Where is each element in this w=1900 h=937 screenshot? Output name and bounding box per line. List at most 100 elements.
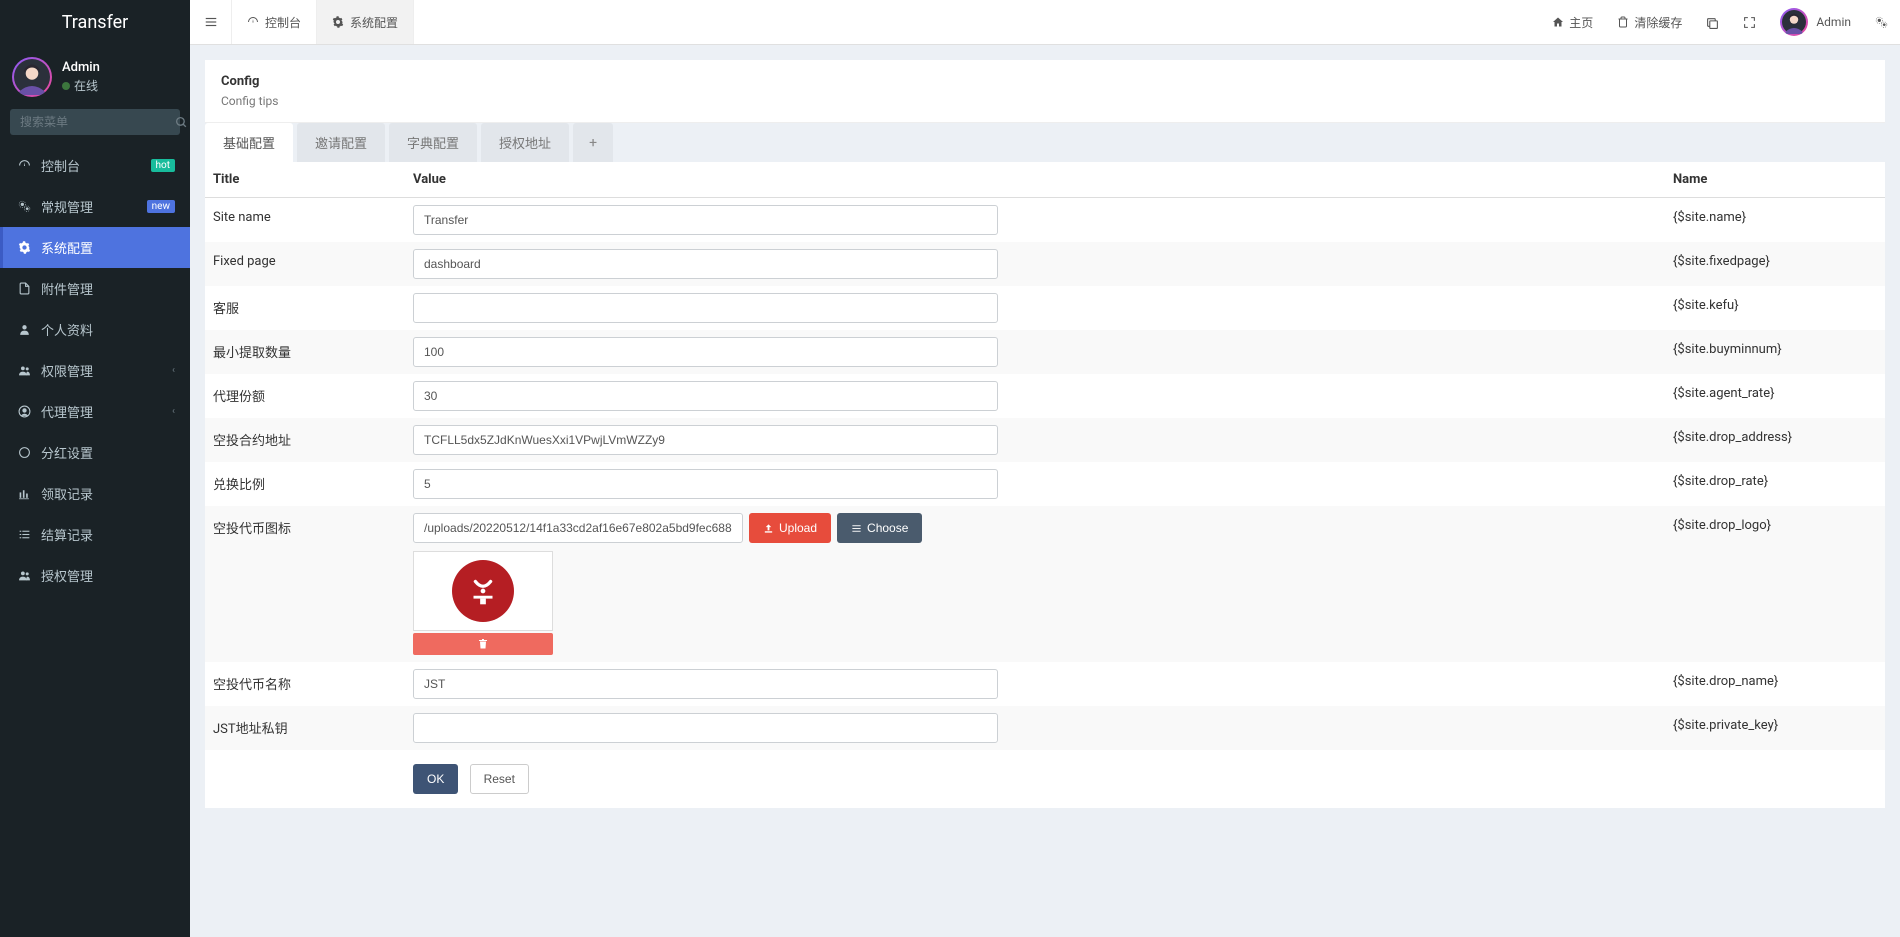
sidebar-item-settlement[interactable]: 结算记录: [0, 514, 190, 555]
badge-hot: hot: [151, 159, 175, 172]
language-icon: [1706, 16, 1719, 29]
sidebar-item-label: 权限管理: [41, 361, 172, 380]
sidebar-item-label: 结算记录: [41, 525, 175, 544]
image-preview[interactable]: [413, 551, 553, 631]
sidebar-item-label: 个人资料: [41, 320, 175, 339]
row-name: {$site.agent_rate}: [1665, 374, 1885, 418]
expand-icon: [1743, 16, 1756, 29]
cogs-icon: [1875, 16, 1888, 29]
row-name: {$site.fixedpage}: [1665, 242, 1885, 286]
avatar: [1780, 8, 1808, 36]
row-value: [405, 198, 1665, 243]
sidebar-item-console[interactable]: 控制台 hot: [0, 145, 190, 186]
value-input[interactable]: [413, 381, 998, 411]
table-row: 空投代币名称{$site.drop_name}: [205, 662, 1885, 706]
search-icon[interactable]: [175, 116, 188, 129]
config-tab-add[interactable]: +: [573, 123, 613, 162]
sidebar-toggle[interactable]: [190, 0, 232, 44]
row-value: [405, 286, 1665, 330]
sidebar-item-profile[interactable]: 个人资料: [0, 309, 190, 350]
ok-button[interactable]: OK: [413, 764, 458, 794]
content: Config Config tips 基础配置 邀请配置 字典配置 授权地址 +…: [190, 45, 1900, 823]
value-input[interactable]: [413, 425, 998, 455]
row-title: 客服: [205, 286, 405, 330]
config-tabs: 基础配置 邀请配置 字典配置 授权地址 +: [205, 123, 1885, 162]
config-tab-auth[interactable]: 授权地址: [481, 123, 569, 162]
user-status-text: 在线: [74, 77, 98, 94]
dashboard-icon: [15, 159, 33, 172]
form-actions: OK Reset: [205, 750, 1885, 808]
topnav-user[interactable]: Admin: [1768, 0, 1863, 44]
topnav-settings[interactable]: [1863, 0, 1900, 44]
home-icon: [1552, 16, 1564, 28]
row-name: {$site.drop_rate}: [1665, 462, 1885, 506]
topnav-fullscreen[interactable]: [1731, 0, 1768, 44]
sidebar-item-label: 领取记录: [41, 484, 175, 503]
action-label: 主页: [1569, 14, 1593, 31]
row-value: [405, 242, 1665, 286]
config-tab-basic[interactable]: 基础配置: [205, 123, 293, 162]
sidebar-item-dividend[interactable]: 分红设置: [0, 432, 190, 473]
sidebar-item-claim-record[interactable]: 领取记录: [0, 473, 190, 514]
chevron-left-icon: ‹: [172, 406, 175, 417]
value-input[interactable]: [413, 293, 998, 323]
list-icon: [851, 523, 862, 534]
reset-button[interactable]: Reset: [470, 764, 529, 794]
upload-path-input[interactable]: [413, 513, 743, 543]
topnav: 控制台 系统配置 主页 清除缓存: [190, 0, 1900, 45]
users-icon: [15, 364, 33, 377]
sidebar-item-authorization[interactable]: 授权管理: [0, 555, 190, 596]
topnav-user-name: Admin: [1816, 15, 1851, 29]
topnav-clear-cache[interactable]: 清除缓存: [1605, 0, 1694, 44]
sidebar-item-label: 代理管理: [41, 402, 172, 421]
user-name: Admin: [62, 60, 100, 75]
upload-icon: [763, 523, 774, 534]
config-tab-dict[interactable]: 字典配置: [389, 123, 477, 162]
bars-icon: [15, 487, 33, 500]
table-row: Site name{$site.name}: [205, 198, 1885, 243]
config-tab-invite[interactable]: 邀请配置: [297, 123, 385, 162]
value-input[interactable]: [413, 713, 998, 743]
value-input[interactable]: [413, 249, 998, 279]
dashboard-icon: [247, 16, 259, 28]
sidebar-item-permission[interactable]: 权限管理 ‹: [0, 350, 190, 391]
sidebar-item-label: 系统配置: [41, 238, 175, 257]
topnav-tab-console[interactable]: 控制台: [232, 0, 317, 44]
upload-button[interactable]: Upload: [749, 513, 831, 543]
row-name: {$site.private_key}: [1665, 706, 1885, 750]
row-title: Site name: [205, 198, 405, 243]
row-value: [405, 418, 1665, 462]
sidebar-menu: 控制台 hot 常规管理 new 系统配置 附件管理 个人资料 权限管理 ‹ 代…: [0, 145, 190, 596]
cogs-icon: [15, 200, 33, 213]
sidebar-item-system-config[interactable]: 系统配置: [0, 227, 190, 268]
sidebar-item-agent[interactable]: 代理管理 ‹: [0, 391, 190, 432]
config-table: Title Value Name Site name{$site.name}Fi…: [205, 162, 1885, 750]
avatar[interactable]: [12, 57, 52, 97]
sidebar-item-general[interactable]: 常规管理 new: [0, 186, 190, 227]
table-row: 兑换比例{$site.drop_rate}: [205, 462, 1885, 506]
topnav-home[interactable]: 主页: [1540, 0, 1605, 44]
sidebar-search: [0, 109, 190, 145]
table-row: 空投合约地址{$site.drop_address}: [205, 418, 1885, 462]
topnav-tab-system-config[interactable]: 系统配置: [317, 0, 414, 44]
choose-button[interactable]: Choose: [837, 513, 922, 543]
topnav-language[interactable]: [1694, 0, 1731, 44]
value-input[interactable]: [413, 669, 998, 699]
row-value: [405, 662, 1665, 706]
image-delete-button[interactable]: [413, 633, 553, 655]
value-input[interactable]: [413, 337, 998, 367]
search-input[interactable]: [20, 115, 175, 129]
badge-new: new: [147, 200, 175, 213]
user-icon: [15, 323, 33, 336]
value-input[interactable]: [413, 469, 998, 499]
menu-icon: [204, 15, 218, 29]
value-input[interactable]: [413, 205, 998, 235]
sidebar-item-label: 常规管理: [41, 197, 147, 216]
tab-label: 控制台: [265, 14, 301, 31]
sidebar-item-attachment[interactable]: 附件管理: [0, 268, 190, 309]
users-icon: [15, 569, 33, 582]
panel: Config Config tips 基础配置 邀请配置 字典配置 授权地址 +…: [205, 60, 1885, 808]
trash-icon: [477, 638, 489, 650]
circle-icon: [15, 446, 33, 459]
table-row: Fixed page{$site.fixedpage}: [205, 242, 1885, 286]
